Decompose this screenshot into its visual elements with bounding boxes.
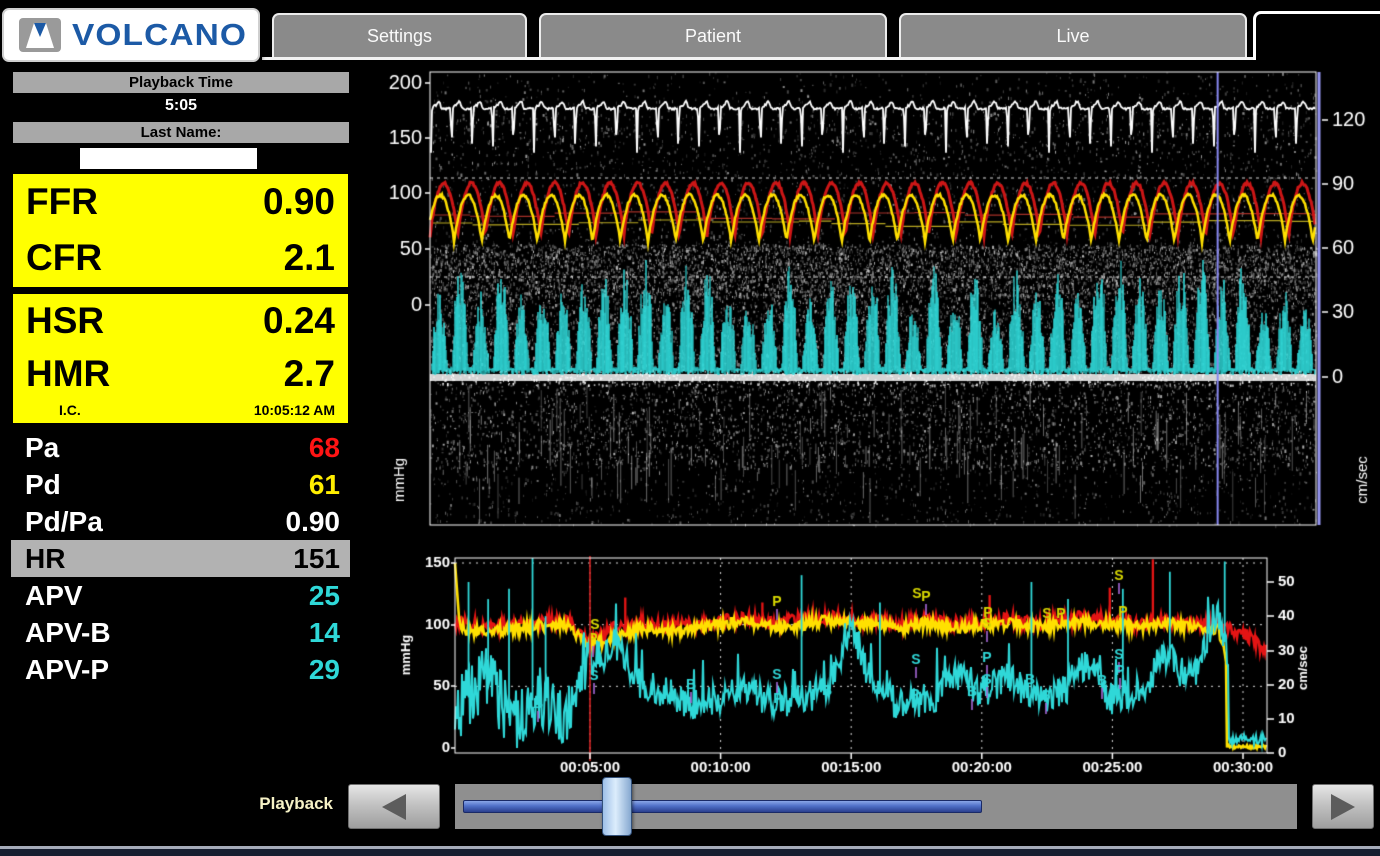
cfr-label: CFR	[26, 237, 102, 279]
playback-time-header: Playback Time	[13, 72, 349, 93]
volcano-logo-icon	[18, 16, 62, 54]
volcano-console-screen: VOLCANO Settings Patient Live Playback T…	[0, 0, 1380, 856]
ffr-value: 0.90	[263, 181, 335, 223]
ic-timestamp: 10:05:12 AM	[254, 402, 335, 418]
ffr-label: FFR	[26, 181, 98, 223]
playback-progress-bar	[463, 800, 982, 813]
trend-chart[interactable]	[380, 550, 1380, 785]
measurement-value: 151	[293, 543, 340, 575]
ffr-cfr-panel: FFR 0.90 CFR 2.1	[11, 172, 350, 289]
hsr-hmr-panel: HSR 0.24 HMR 2.7 I.C. 10:05:12 AM	[11, 292, 350, 425]
measurement-row-pd[interactable]: Pd 61	[11, 466, 350, 503]
measurement-row-apvb[interactable]: APV-B 14	[11, 614, 350, 651]
tab-patient[interactable]: Patient	[539, 13, 887, 57]
measurement-label: APV	[25, 580, 83, 612]
arrow-right-icon	[1331, 794, 1355, 820]
measurement-row-pa[interactable]: Pa 68	[11, 429, 350, 466]
tab-settings[interactable]: Settings	[272, 13, 527, 57]
measurement-label: Pd	[25, 469, 61, 501]
tab-playback-active[interactable]	[1253, 11, 1380, 60]
measurement-label: APV-P	[25, 654, 109, 686]
cfr-value: 2.1	[284, 237, 335, 279]
step-forward-button[interactable]	[1312, 784, 1374, 829]
last-name-header: Last Name:	[13, 122, 349, 143]
measurement-row-apvp[interactable]: APV-P 29	[11, 651, 350, 688]
measurement-list: Pa 68 Pd 61 Pd/Pa 0.90 HR 151 APV 25 APV-B 14 APV-P 2…	[11, 429, 350, 688]
playback-time-value: 5:05	[13, 96, 349, 116]
playback-slider-handle[interactable]	[602, 777, 632, 836]
hmr-label: HMR	[26, 353, 110, 395]
measurement-value: 25	[309, 580, 340, 612]
volcano-logo: VOLCANO	[2, 8, 260, 62]
measurement-value: 68	[309, 432, 340, 464]
ic-label: I.C.	[59, 402, 81, 418]
tab-live[interactable]: Live	[899, 13, 1247, 57]
bottom-strip	[0, 849, 1380, 856]
measurement-value: 0.90	[286, 506, 341, 538]
measurement-row-apv[interactable]: APV 25	[11, 577, 350, 614]
step-back-button[interactable]	[348, 784, 440, 829]
measurement-label: APV-B	[25, 617, 111, 649]
last-name-input[interactable]	[80, 148, 257, 169]
measurement-value: 61	[309, 469, 340, 501]
measurement-value: 14	[309, 617, 340, 649]
measurement-label: Pd/Pa	[25, 506, 103, 538]
measurement-row-hr[interactable]: HR 151	[11, 540, 350, 577]
hsr-value: 0.24	[263, 300, 335, 342]
playback-slider-track[interactable]	[455, 784, 1297, 829]
measurement-label: Pa	[25, 432, 59, 464]
playback-label: Playback	[238, 794, 333, 814]
hsr-label: HSR	[26, 300, 104, 342]
hmr-value: 2.7	[284, 353, 335, 395]
spectral-doppler-chart	[380, 66, 1380, 540]
measurement-label: HR	[25, 543, 65, 575]
tab-underline	[262, 57, 1255, 60]
measurement-value: 29	[309, 654, 340, 686]
arrow-left-icon	[382, 794, 406, 820]
logo-text: VOLCANO	[72, 17, 247, 53]
measurement-row-pdpa[interactable]: Pd/Pa 0.90	[11, 503, 350, 540]
